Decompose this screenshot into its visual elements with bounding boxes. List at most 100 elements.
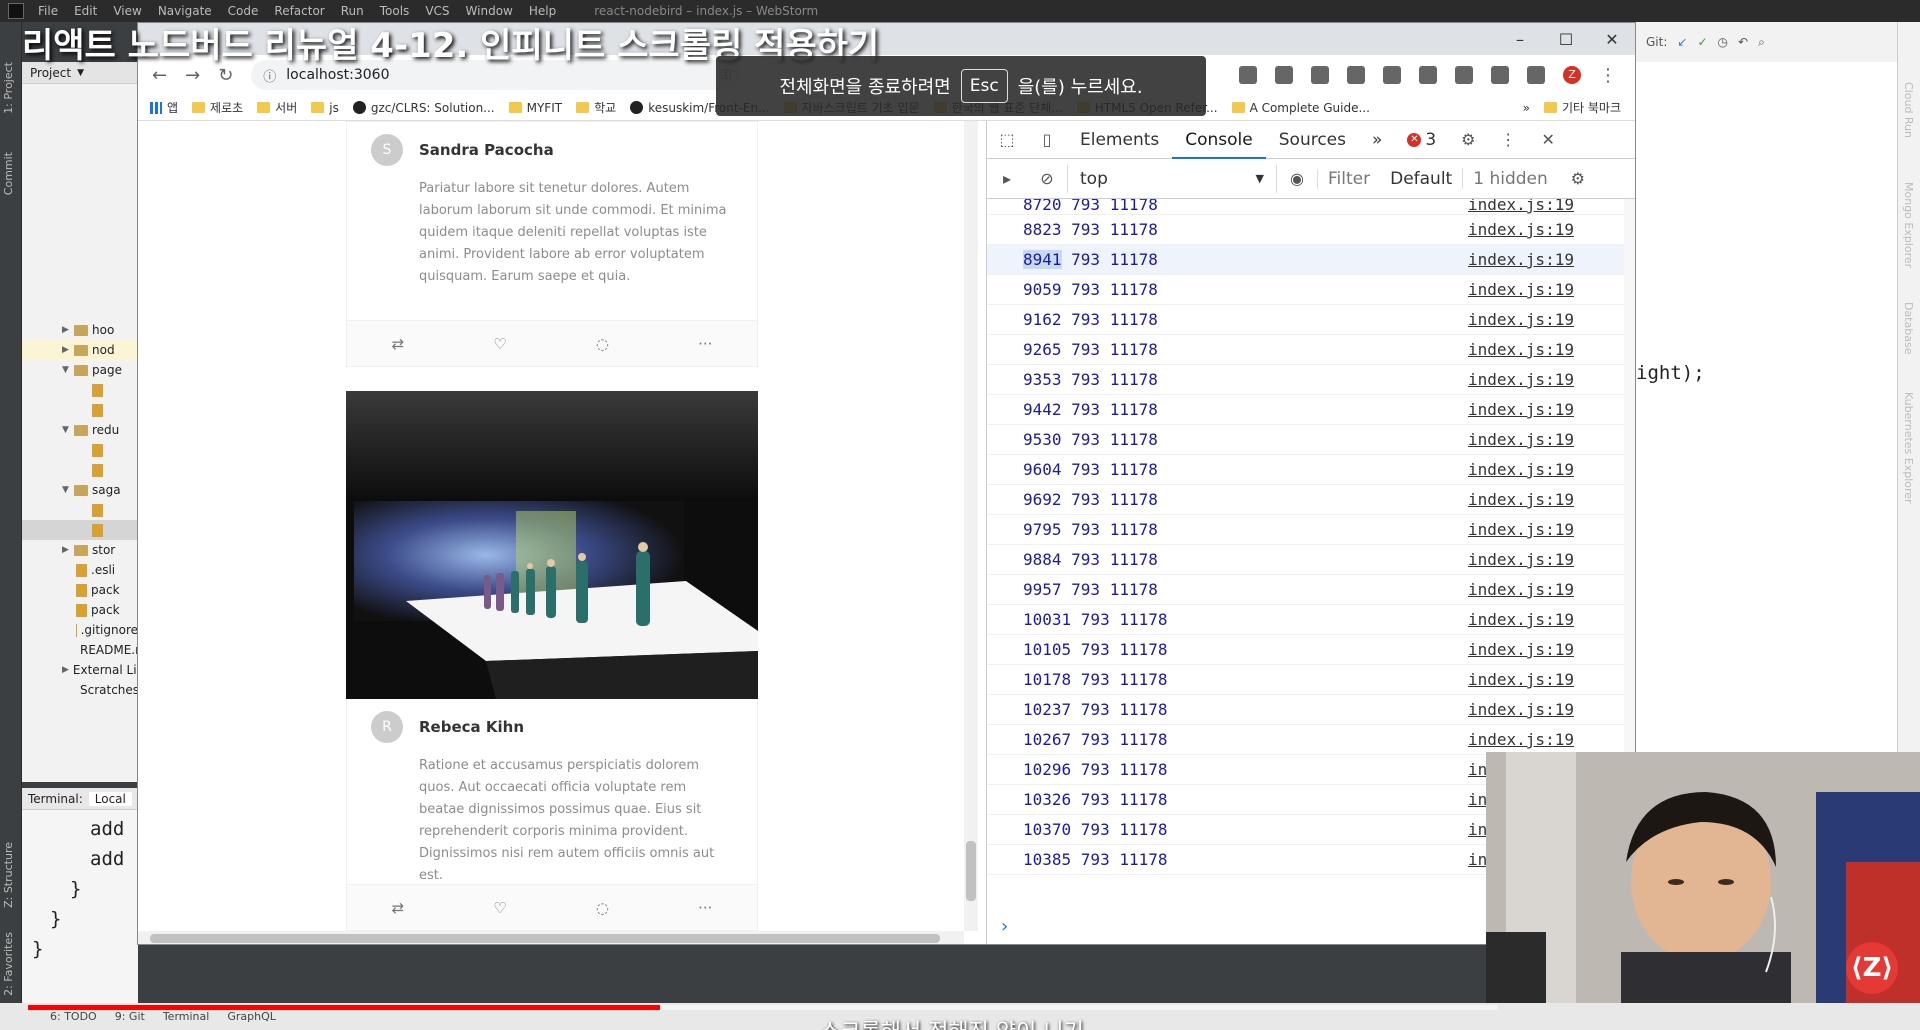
tree-item[interactable]: pack [22, 600, 138, 620]
menu-kebab-icon[interactable]: ⋮ [1599, 65, 1617, 86]
console-settings-gear-icon[interactable]: ⚙ [1558, 169, 1598, 188]
settings-gear-icon[interactable]: ⚙ [1448, 130, 1488, 149]
console-message[interactable]: 9162 793 11178 index.js:19 [987, 305, 1624, 335]
close-devtools-icon[interactable]: ✕ [1528, 130, 1568, 149]
console-source-link[interactable]: index.js:19 [1468, 250, 1574, 269]
console-source-link[interactable]: index.js:19 [1468, 730, 1574, 749]
sidebar-toggle-icon[interactable]: ▸ [987, 169, 1027, 188]
live-expression-eye-icon[interactable]: ◉ [1277, 169, 1317, 188]
menu-refactor[interactable]: Refactor [266, 4, 332, 18]
bookmark-item[interactable]: 학교 [576, 99, 616, 116]
tree-item[interactable]: ▼ page [22, 360, 138, 380]
console-message[interactable]: 9265 793 11178 index.js:19 [987, 335, 1624, 365]
tab-elements[interactable]: Elements [1067, 121, 1172, 159]
ellipsis-icon[interactable]: ··· [698, 335, 712, 353]
console-source-link[interactable]: index.js:19 [1468, 490, 1574, 509]
error-count-badge[interactable]: ✕ 3 [1395, 130, 1448, 150]
back-icon[interactable]: ← [152, 65, 167, 86]
chevron-down-icon[interactable]: ▼ [62, 485, 74, 495]
tree-item[interactable]: ▶External Librar [22, 660, 138, 680]
retweet-icon[interactable]: ⇄ [392, 335, 405, 353]
chevron-right-icon[interactable]: ▶ [62, 665, 69, 675]
menu-help[interactable]: Help [521, 4, 564, 18]
tree-item[interactable]: ▼ redu [22, 420, 138, 440]
chevron-right-icon[interactable]: ▶ [62, 545, 74, 555]
extension-icon[interactable] [1239, 66, 1257, 84]
menu-tools[interactable]: Tools [372, 4, 418, 18]
tree-item[interactable]: .gitignore [22, 620, 138, 640]
bookmark-item[interactable]: MYFIT [508, 101, 562, 115]
tool-git[interactable]: 9: Git [115, 1010, 145, 1023]
tree-item[interactable]: Scratches and [22, 680, 138, 700]
menu-file[interactable]: File [30, 4, 66, 18]
console-prompt[interactable]: › [1001, 916, 1008, 937]
console-message[interactable]: 10267 793 11178 index.js:19 [987, 725, 1624, 755]
menu-navigate[interactable]: Navigate [150, 4, 220, 18]
console-source-link[interactable]: index.js:19 [1468, 280, 1574, 299]
console-source-link[interactable]: index.js:19 [1468, 520, 1574, 539]
page-vertical-scrollbar[interactable] [964, 121, 978, 931]
console-source-link[interactable]: index.js:19 [1468, 340, 1574, 359]
comment-icon[interactable]: ◌ [596, 335, 609, 353]
console-message[interactable]: 8941 793 11178 index.js:19 [987, 245, 1624, 275]
extension-icon[interactable] [1527, 66, 1545, 84]
console-source-link[interactable]: index.js:19 [1468, 400, 1574, 419]
tab-terminal-local[interactable]: Local [88, 791, 132, 806]
console-message[interactable]: 9957 793 11178 index.js:19 [987, 575, 1624, 605]
console-message[interactable]: 9442 793 11178 index.js:19 [987, 395, 1624, 425]
tab-favorites[interactable]: 2: Favorites [2, 932, 15, 996]
profile-avatar[interactable]: Z [1563, 66, 1581, 84]
inspect-element-icon[interactable]: ⬚ [987, 130, 1027, 149]
tab-mongo-explorer[interactable]: Mongo Explorer [1902, 182, 1915, 268]
code-editor[interactable] [1636, 62, 1897, 752]
console-message[interactable]: 9692 793 11178 index.js:19 [987, 485, 1624, 515]
more-tabs-button[interactable]: » [1359, 121, 1395, 159]
chevron-right-icon[interactable]: ▶ [62, 345, 74, 355]
chevron-right-icon[interactable]: ▶ [62, 325, 74, 335]
console-source-link[interactable]: index.js:19 [1468, 370, 1574, 389]
bookmark-item[interactable]: 제로초 [192, 99, 243, 116]
info-icon[interactable]: ⓘ [263, 66, 276, 85]
console-message[interactable]: 10178 793 11178 index.js:19 [987, 665, 1624, 695]
bookmark-item[interactable]: gzc/CLRS: Solution... [352, 101, 495, 115]
menu-view[interactable]: View [105, 4, 149, 18]
context-select[interactable]: top ▼ [1067, 164, 1277, 193]
extension-icon[interactable] [1419, 66, 1437, 84]
maximize-icon[interactable]: ☐ [1543, 30, 1589, 49]
chevron-down-icon[interactable]: ▼ [62, 365, 74, 375]
tree-item[interactable] [22, 460, 138, 480]
console-source-link[interactable]: index.js:19 [1468, 310, 1574, 329]
chevron-down-icon[interactable]: ▼ [77, 68, 84, 78]
search-icon[interactable]: ⌕ [1758, 35, 1765, 50]
console-message[interactable]: 8720 793 11178 index.js:19 [987, 199, 1624, 215]
terminal-output[interactable]: add add } } } [22, 810, 138, 964]
close-icon[interactable]: ✕ [1589, 30, 1635, 49]
rollback-icon[interactable]: ↶ [1738, 35, 1748, 49]
menu-edit[interactable]: Edit [66, 4, 105, 18]
video-progress-bar[interactable] [28, 1005, 1498, 1010]
console-source-link[interactable]: index.js:19 [1468, 580, 1574, 599]
console-message[interactable]: 8823 793 11178 index.js:19 [987, 215, 1624, 245]
tab-kubernetes-explorer[interactable]: Kubernetes Explorer [1902, 392, 1915, 504]
console-source-link[interactable]: index.js:19 [1468, 670, 1574, 689]
console-message[interactable]: 9604 793 11178 index.js:19 [987, 455, 1624, 485]
page-horizontal-scrollbar[interactable] [138, 931, 964, 944]
tree-item[interactable] [22, 520, 138, 540]
extension-icon[interactable] [1275, 66, 1293, 84]
console-message[interactable]: 9884 793 11178 index.js:19 [987, 545, 1624, 575]
extension-icon[interactable] [1455, 66, 1473, 84]
console-message[interactable]: 9353 793 11178 index.js:19 [987, 365, 1624, 395]
tree-item[interactable] [22, 500, 138, 520]
menu-window[interactable]: Window [458, 4, 521, 18]
console-source-link[interactable]: index.js:19 [1468, 610, 1574, 629]
tree-item[interactable]: ▶ hoo [22, 320, 138, 340]
console-message[interactable]: 10031 793 11178 index.js:19 [987, 605, 1624, 635]
tab-project[interactable]: 1: Project [2, 62, 15, 114]
commit-icon[interactable]: ✓ [1697, 35, 1707, 49]
console-source-link[interactable]: index.js:19 [1468, 220, 1574, 239]
device-toolbar-icon[interactable]: ▯ [1027, 130, 1067, 149]
post-image[interactable] [346, 391, 758, 699]
extension-icon[interactable] [1347, 66, 1365, 84]
tree-item[interactable]: ▶ stor [22, 540, 138, 560]
tree-item[interactable]: ▶ nod [22, 340, 138, 360]
